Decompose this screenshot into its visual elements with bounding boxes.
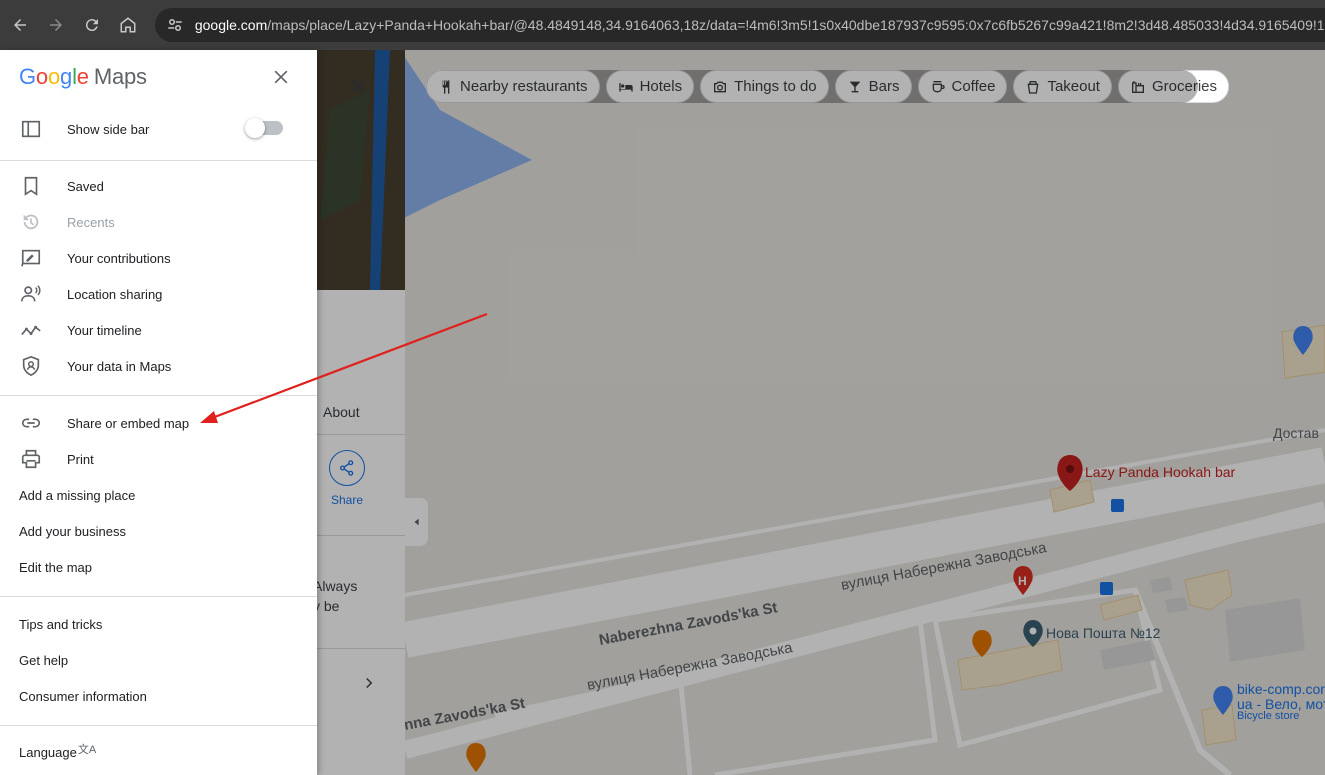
logo-letter: G bbox=[19, 64, 36, 89]
menu-language[interactable]: Language文A bbox=[0, 735, 317, 771]
contributions-icon bbox=[19, 246, 43, 270]
menu-label: Recents bbox=[67, 214, 115, 230]
coffee-icon bbox=[929, 78, 947, 96]
chip-hotels[interactable]: Hotels bbox=[605, 70, 695, 103]
url-host: google.com bbox=[194, 17, 268, 33]
side-menu-drawer: Go o g l e Maps Show side bar Saved Recents Y… bbox=[0, 50, 317, 775]
delivery-label[interactable]: Достав bbox=[1273, 425, 1319, 441]
browser-toolbar: google.com/maps/place/Lazy+Panda+Hookah+… bbox=[0, 0, 1325, 50]
language-label: Language bbox=[19, 745, 77, 760]
chip-label: Coffee bbox=[951, 78, 996, 95]
menu-label: Edit the map bbox=[19, 559, 92, 575]
menu-label: Your timeline bbox=[67, 322, 142, 338]
menu-add-your-business[interactable]: Add your business bbox=[0, 513, 317, 549]
place-label[interactable]: Lazy Panda Hookah bar bbox=[1085, 464, 1235, 480]
menu-label: Consumer information bbox=[19, 688, 147, 704]
logo-letter: e bbox=[76, 64, 89, 89]
menu-tips-and-tricks[interactable]: Tips and tricks bbox=[0, 606, 317, 642]
google-maps-logo: Go o g l e Maps bbox=[19, 64, 147, 90]
collapse-overlay bbox=[405, 498, 428, 546]
menu-recents[interactable]: Recents bbox=[0, 204, 317, 240]
logo-letter: g bbox=[60, 64, 73, 89]
site-settings-icon[interactable] bbox=[163, 13, 187, 37]
menu-label: Add a missing place bbox=[19, 487, 136, 503]
bed-icon bbox=[617, 78, 635, 96]
menu-label: Show side bar bbox=[67, 121, 150, 137]
grocery-icon bbox=[1129, 78, 1147, 96]
svg-text:H: H bbox=[1018, 574, 1027, 588]
takeout-icon bbox=[1024, 78, 1042, 96]
back-icon[interactable] bbox=[2, 7, 38, 43]
bus-stop-icon[interactable] bbox=[1111, 499, 1124, 512]
menu-label: Saved bbox=[67, 178, 104, 194]
chip-label: Things to do bbox=[734, 78, 817, 95]
menu-location-sharing[interactable]: Location sharing bbox=[0, 276, 317, 312]
history-icon bbox=[19, 210, 43, 234]
chip-groceries[interactable]: Groceries bbox=[1117, 70, 1230, 103]
link-icon bbox=[19, 411, 43, 435]
bus-stop-icon-2[interactable] bbox=[1100, 582, 1113, 595]
menu-label: Your contributions bbox=[67, 250, 171, 266]
chip-bars[interactable]: Bars bbox=[834, 70, 912, 103]
menu-share-or-embed-map[interactable]: Share or embed map bbox=[0, 405, 317, 441]
menu-add-missing-place[interactable]: Add a missing place bbox=[0, 477, 317, 513]
address-bar[interactable]: google.com/maps/place/Lazy+Panda+Hookah+… bbox=[155, 8, 1325, 42]
logo-maps-text: Maps bbox=[93, 64, 147, 89]
chip-label: Bars bbox=[868, 78, 900, 95]
chip-label: Hotels bbox=[639, 78, 683, 95]
menu-your-contributions[interactable]: Your contributions bbox=[0, 240, 317, 276]
reload-icon[interactable] bbox=[74, 7, 110, 43]
fork-knife-icon bbox=[437, 78, 455, 96]
toggle-knob bbox=[245, 118, 265, 138]
chip-nearby-restaurants[interactable]: Nearby restaurants bbox=[426, 70, 600, 103]
menu-label: Tips and tricks bbox=[19, 616, 103, 632]
bike-store-label-1[interactable]: bike-comp.cor bbox=[1237, 681, 1325, 697]
url-text[interactable]: google.com/maps/place/Lazy+Panda+Hookah+… bbox=[195, 17, 1325, 33]
menu-label: Your data in Maps bbox=[67, 358, 172, 374]
menu-divider bbox=[0, 596, 317, 597]
chip-label: Nearby restaurants bbox=[460, 78, 588, 95]
chip-things-to-do[interactable]: Things to do bbox=[700, 70, 829, 103]
location-sharing-icon bbox=[19, 282, 43, 306]
camera-icon bbox=[711, 78, 729, 96]
timeline-icon bbox=[19, 318, 43, 342]
menu-print[interactable]: Print bbox=[0, 441, 317, 477]
menu-divider bbox=[0, 160, 317, 161]
chip-coffee[interactable]: Coffee bbox=[917, 70, 1008, 103]
logo-letter: o bbox=[47, 64, 61, 89]
close-menu-icon[interactable] bbox=[268, 64, 294, 90]
menu-your-data-in-maps[interactable]: Your data in Maps bbox=[0, 348, 317, 384]
menu-label: Print bbox=[67, 451, 94, 467]
show-sidebar-toggle[interactable] bbox=[245, 118, 283, 138]
sidebar-icon bbox=[19, 117, 43, 141]
menu-label: Location sharing bbox=[67, 286, 163, 302]
bike-store-category: Bicycle store bbox=[1237, 710, 1300, 722]
printer-icon bbox=[19, 447, 43, 471]
chip-label: Takeout bbox=[1047, 78, 1100, 95]
menu-edit-the-map[interactable]: Edit the map bbox=[0, 549, 317, 585]
home-icon[interactable] bbox=[110, 7, 146, 43]
url-path: /maps/place/Lazy+Panda+Hookah+bar/@48.48… bbox=[267, 17, 1325, 33]
menu-your-timeline[interactable]: Your timeline bbox=[0, 312, 317, 348]
menu-saved[interactable]: Saved bbox=[0, 168, 317, 204]
nova-poshta-label[interactable]: Нова Пошта №12 bbox=[1046, 625, 1160, 641]
chip-takeout[interactable]: Takeout bbox=[1013, 70, 1112, 103]
shield-icon bbox=[19, 354, 43, 378]
menu-label: Share or embed map bbox=[67, 415, 190, 431]
menu-label: Get help bbox=[19, 652, 69, 668]
menu-consumer-information[interactable]: Consumer information bbox=[0, 678, 317, 714]
logo-letter: o bbox=[35, 64, 48, 89]
menu-label: Add your business bbox=[19, 523, 126, 539]
bookmark-icon bbox=[19, 174, 43, 198]
category-chips: Nearby restaurants Hotels Things to do B… bbox=[426, 70, 1230, 103]
translate-icon: 文A bbox=[77, 744, 97, 756]
menu-divider bbox=[0, 725, 317, 726]
menu-get-help[interactable]: Get help bbox=[0, 642, 317, 678]
forward-icon[interactable] bbox=[38, 7, 74, 43]
cocktail-icon bbox=[846, 78, 864, 96]
chip-label: Groceries bbox=[1151, 78, 1218, 95]
menu-divider bbox=[0, 395, 317, 396]
menu-label: Language文A bbox=[19, 744, 97, 761]
